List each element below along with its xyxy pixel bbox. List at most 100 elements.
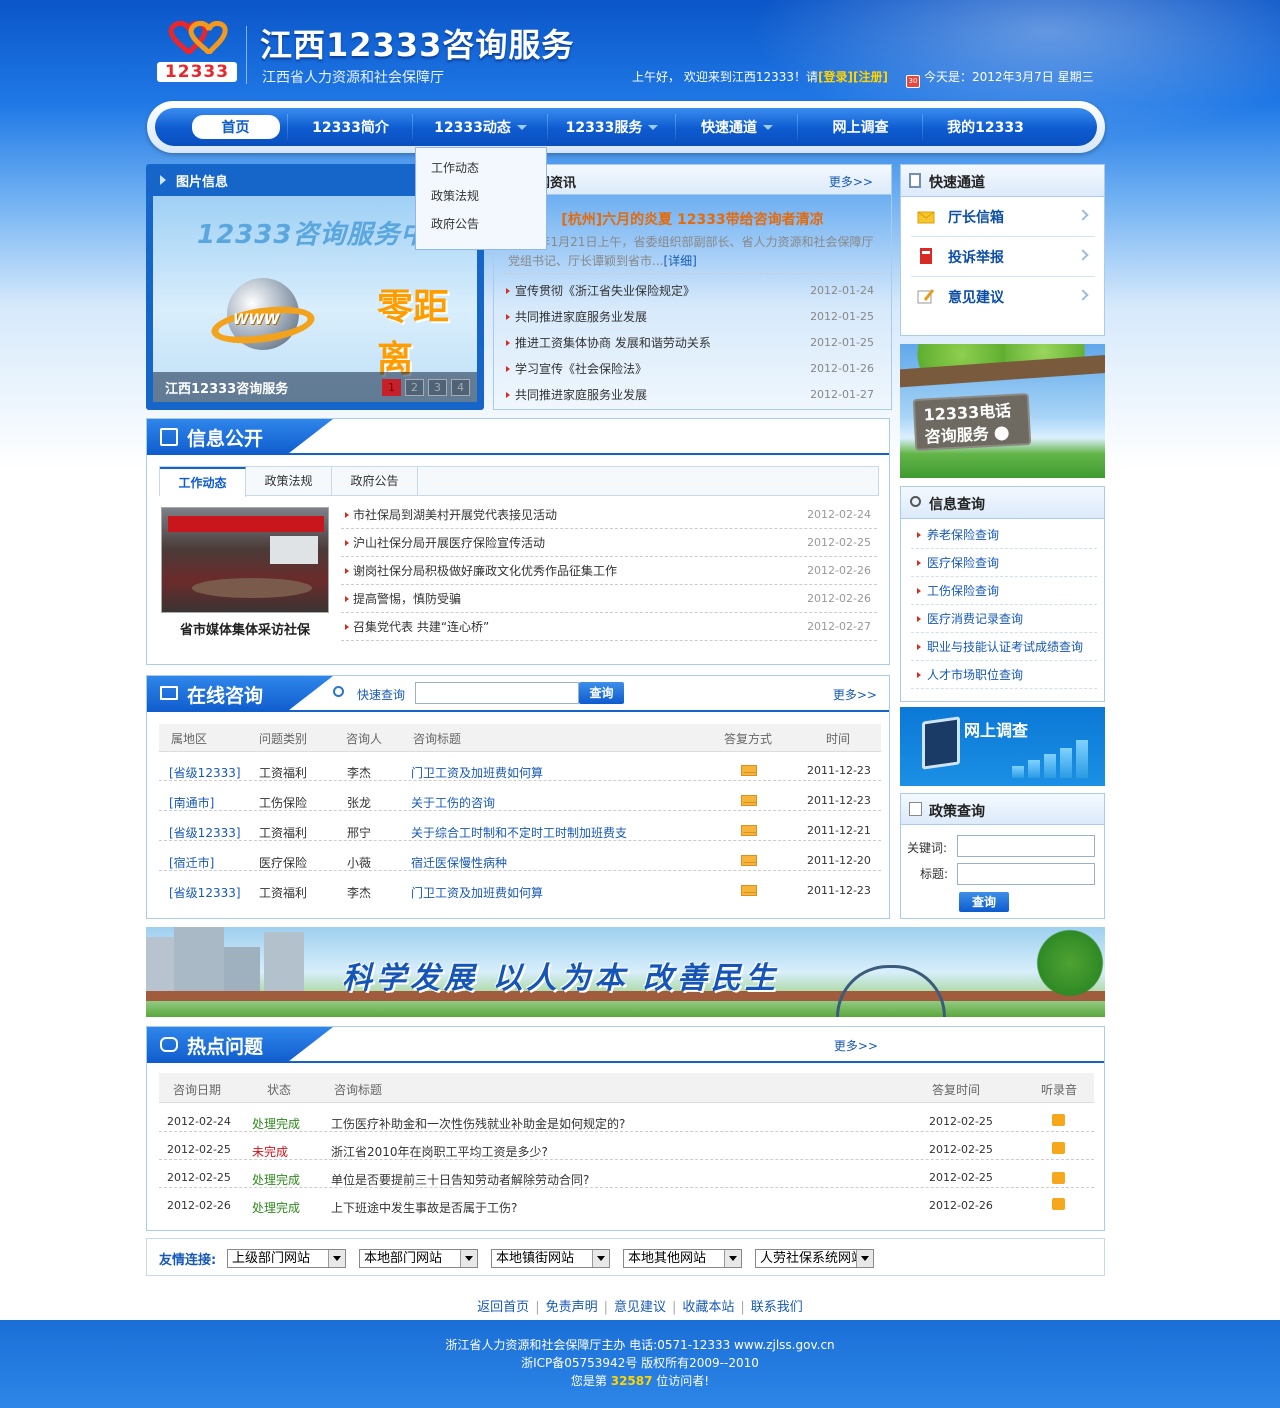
dropdown-item[interactable]: 政策法规 bbox=[416, 182, 546, 210]
dropdown-item[interactable]: 政府公告 bbox=[416, 210, 546, 238]
hot-questions-header: 热点问题 更多>> bbox=[147, 1027, 1104, 1063]
monitor-icon bbox=[160, 686, 178, 700]
col-header: 咨询标题 bbox=[334, 1083, 383, 1097]
info-item[interactable]: 召集党代表 共建“连心桥” 2012-02-27 bbox=[341, 613, 877, 641]
nav-item-my[interactable]: 我的12333 bbox=[923, 108, 1048, 146]
footer-line-2: 浙ICP备05753942号 版权所有2009--2010 bbox=[521, 1356, 759, 1370]
col-header: 听录音 bbox=[1041, 1083, 1078, 1097]
news-detail-link[interactable]: [详细] bbox=[663, 254, 696, 268]
login-link[interactable]: [登录] bbox=[818, 70, 853, 84]
consult-subject-link[interactable]: 关于综合工时制和不定时工时制加班费支 bbox=[411, 824, 627, 841]
query-link-pension[interactable]: 养老保险查询 bbox=[911, 521, 1097, 549]
hot-question-link[interactable]: 上下班途中发生事故是否属于工伤? bbox=[331, 1199, 517, 1216]
footer-link-disclaimer[interactable]: 免责声明 bbox=[546, 1300, 598, 1315]
nav-item-quick[interactable]: 快速通道 bbox=[676, 108, 798, 146]
tab-work-news[interactable]: 工作动态 bbox=[160, 467, 246, 497]
quick-link-mailbox[interactable]: 厅长信箱 bbox=[911, 197, 1095, 237]
hot-more-link[interactable]: 更多>> bbox=[834, 1037, 878, 1054]
news-item[interactable]: 推进工资集体协商 发展和谐劳动关系 2012-01-25 bbox=[506, 330, 884, 356]
news-item[interactable]: 宣传贯彻《浙江省失业保险规定》 2012-01-24 bbox=[506, 278, 884, 304]
hot-question-link[interactable]: 工伤医疗补助金和一次性伤残就业补助金是如何规定的? bbox=[331, 1115, 625, 1132]
quick-channel-title: 快速通道 bbox=[929, 175, 985, 191]
tab-announcement[interactable]: 政府公告 bbox=[332, 467, 418, 496]
picture-box-title: 图片信息 bbox=[176, 175, 229, 190]
nav-item-news[interactable]: 12333动态 bbox=[413, 108, 548, 146]
news-item[interactable]: 学习宣传《社会保险法》 2012-01-26 bbox=[506, 356, 884, 382]
consult-subject-link[interactable]: 门卫工资及加班费如何算 bbox=[411, 764, 543, 781]
monitor-icon bbox=[922, 716, 960, 770]
news-headline[interactable]: [杭州]六月的炎夏 12333带给咨询者清凉 bbox=[494, 209, 891, 229]
chevron-down-icon bbox=[729, 1256, 737, 1261]
footer-link-feedback[interactable]: 意见建议 bbox=[614, 1300, 666, 1315]
links-select-other[interactable]: 本地其他网站 bbox=[623, 1249, 742, 1268]
hot-question-link[interactable]: 单位是否要提前三十日告知劳动者解除劳动合同? bbox=[331, 1171, 589, 1188]
links-select-local-dept[interactable]: 本地部门网站 bbox=[359, 1249, 478, 1268]
speaker-icon[interactable] bbox=[1052, 1142, 1065, 1154]
consult-subject-link[interactable]: 关于工伤的咨询 bbox=[411, 794, 495, 811]
quick-search-input[interactable] bbox=[415, 682, 579, 704]
slide-page-2[interactable]: 2 bbox=[405, 379, 424, 396]
site-logo[interactable]: 12333 bbox=[157, 18, 237, 84]
slide-page-3[interactable]: 3 bbox=[428, 379, 447, 396]
policy-query-panel: 政策查询 关键词: 标题: 查询 bbox=[900, 793, 1105, 919]
nav-item-home[interactable]: 首页 bbox=[183, 108, 288, 146]
links-select-system[interactable]: 人劳社保系统网站 bbox=[755, 1249, 874, 1268]
speaker-icon[interactable] bbox=[1052, 1198, 1065, 1210]
speaker-icon[interactable] bbox=[1052, 1172, 1065, 1184]
tab-policy[interactable]: 政策法规 bbox=[246, 467, 332, 496]
slogan-banner[interactable]: 科学发展 以人为本 改善民生 bbox=[146, 927, 1105, 1017]
info-item[interactable]: 提高警惕，慎防受骗 2012-02-26 bbox=[341, 585, 877, 613]
links-select-upper[interactable]: 上级部门网站 bbox=[227, 1249, 346, 1268]
footer-link-contact[interactable]: 联系我们 bbox=[751, 1300, 803, 1315]
links-select-town[interactable]: 本地镇街网站 bbox=[491, 1249, 610, 1268]
policy-search-button[interactable]: 查询 bbox=[959, 892, 1009, 912]
footer-link-home[interactable]: 返回首页 bbox=[477, 1300, 529, 1315]
query-link-medical-record[interactable]: 医疗消费记录查询 bbox=[911, 605, 1097, 633]
site-title: 江西12333咨询服务 bbox=[260, 26, 575, 64]
consult-subject-link[interactable]: 门卫工资及加班费如何算 bbox=[411, 884, 543, 901]
info-item[interactable]: 市社保局到湖美村开展党代表接见活动 2012-02-24 bbox=[341, 501, 877, 529]
slide-page-4[interactable]: 4 bbox=[451, 379, 470, 396]
arrow-circle-icon bbox=[993, 426, 1009, 441]
info-item[interactable]: 谢岗社保分局积极做好廉政文化优秀作品征集工作 2012-02-26 bbox=[341, 557, 877, 585]
speaker-icon[interactable] bbox=[1052, 1114, 1065, 1126]
main-nav: 首页 12333简介 12333动态 12333服务 快速通道 网上调查 我的1… bbox=[147, 101, 1105, 153]
title-input[interactable] bbox=[957, 863, 1095, 885]
query-link-skill-exam[interactable]: 职业与技能认证考试成绩查询 bbox=[911, 633, 1097, 661]
quick-search-button[interactable]: 查询 bbox=[579, 682, 624, 704]
chevron-down-icon bbox=[597, 1256, 605, 1261]
news-item[interactable]: 共同推进家庭服务业发展 2012-01-27 bbox=[506, 382, 884, 408]
slide-slogan: 零距离 bbox=[377, 287, 450, 380]
footer-links: 返回首页 | 免责声明 | 意见建议 | 收藏本站 | 联系我们 bbox=[477, 1300, 803, 1315]
hot-question-link[interactable]: 浙江省2010年在岗职工平均工资是多少? bbox=[331, 1143, 548, 1160]
nav-item-services[interactable]: 12333服务 bbox=[548, 108, 676, 146]
hotline-banner[interactable]: 12333电话 咨询服务 bbox=[900, 344, 1105, 478]
footer-link-bookmark[interactable]: 收藏本站 bbox=[682, 1300, 734, 1315]
dropdown-item[interactable]: 工作动态 bbox=[416, 154, 546, 182]
register-link[interactable]: [注册] bbox=[853, 70, 888, 84]
nav-item-survey[interactable]: 网上调查 bbox=[798, 108, 923, 146]
meeting-photo[interactable] bbox=[161, 507, 329, 613]
slide-caption: 江西12333咨询服务 bbox=[165, 382, 289, 397]
consult-more-link[interactable]: 更多>> bbox=[833, 686, 877, 703]
date-text: 今天是：2012年3月7日 星期三 bbox=[923, 70, 1094, 84]
quick-channel-header: 快速通道 bbox=[901, 165, 1104, 197]
nav-item-intro[interactable]: 12333简介 bbox=[288, 108, 413, 146]
survey-banner[interactable]: 网上调查 bbox=[900, 707, 1105, 786]
quick-link-suggestion[interactable]: 意见建议 bbox=[911, 277, 1095, 317]
quick-link-complaint[interactable]: 投诉举报 bbox=[911, 237, 1095, 277]
chevron-down-icon bbox=[763, 124, 773, 130]
consult-subject-link[interactable]: 宿迁医保慢性病种 bbox=[411, 854, 507, 871]
keyword-input[interactable] bbox=[957, 835, 1095, 857]
query-link-medical[interactable]: 医疗保险查询 bbox=[911, 549, 1097, 577]
news-more-link[interactable]: 更多>> bbox=[829, 173, 873, 190]
quick-channel-panel: 快速通道 厅长信箱 投诉举报 意见建议 bbox=[900, 164, 1105, 336]
slide-page-1[interactable]: 1 bbox=[382, 379, 401, 396]
slogan-text: 科学发展 以人为本 改善民生 bbox=[342, 961, 779, 996]
policy-query-title: 政策查询 bbox=[929, 804, 985, 820]
query-link-jobs[interactable]: 人才市场职位查询 bbox=[911, 661, 1097, 689]
info-item[interactable]: 沪山社保分局开展医疗保险宣传活动 2012-02-25 bbox=[341, 529, 877, 557]
news-item[interactable]: 共同推进家庭服务业发展 2012-01-25 bbox=[506, 304, 884, 330]
mail-icon bbox=[741, 855, 757, 866]
query-link-injury[interactable]: 工伤保险查询 bbox=[911, 577, 1097, 605]
